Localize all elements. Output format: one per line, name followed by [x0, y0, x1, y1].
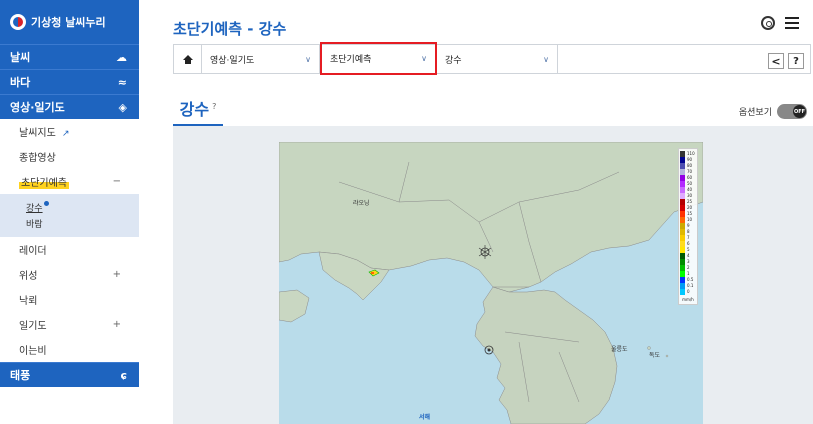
dokdo-island	[665, 354, 669, 358]
sidebar-category-weather[interactable]: 날씨 ☁	[0, 44, 139, 69]
sidebar-subitem-label: 바람	[26, 219, 43, 230]
sidebar-item-nowcast[interactable]: 초단기예측 −	[0, 169, 139, 194]
brand-title: 기상청 날씨누리	[31, 16, 106, 29]
sidebar-item-ieunbi[interactable]: 이는비	[0, 337, 139, 362]
wave-icon: ≈	[117, 75, 127, 89]
sidebar-category-sea[interactable]: 바다 ≈	[0, 69, 139, 94]
current-dot-icon	[43, 200, 49, 206]
legend-swatch	[680, 289, 685, 295]
legend-unit: mm/h	[682, 297, 694, 302]
sidebar-item-label: 날씨지도	[19, 128, 56, 139]
brand-bar[interactable]: 기상청 날씨누리	[0, 0, 139, 44]
select-value: 영상·일기도	[210, 55, 255, 66]
external-link-icon: ↗	[62, 129, 70, 139]
breadcrumb-select-level3[interactable]: 강수 ∨	[437, 45, 558, 73]
sidebar-item-satellite[interactable]: 위성 +	[0, 262, 139, 287]
precipitation-map[interactable]: 랴오닝 울릉도 독도 서해 110 90 80 70 60 50 40 30 25 20 15 10 9…	[279, 142, 703, 424]
sidebar-item-lightning[interactable]: 낙뢰	[0, 287, 139, 312]
sidebar-item-label: 일기도	[19, 321, 47, 332]
hamburger-menu-icon[interactable]	[785, 17, 799, 29]
tab-precip[interactable]: 강수 ?	[173, 96, 223, 126]
category-label: 날씨	[10, 51, 31, 64]
category-label: 영상·일기도	[10, 101, 65, 114]
breadcrumb: 영상·일기도 ∨ 초단기예측 ∨ 강수 ∨ < ?	[173, 42, 811, 75]
toggle-state: OFF	[793, 105, 806, 118]
land-korea	[474, 286, 618, 424]
home-button[interactable]	[174, 45, 202, 73]
sidebar-item-label: 종합영상	[19, 153, 56, 164]
collapse-sign[interactable]: −	[113, 176, 121, 187]
legend-row: 0	[680, 289, 696, 295]
legend-value: 0	[687, 289, 690, 294]
sidebar-subitem-wind[interactable]: 바람	[26, 215, 139, 231]
share-button[interactable]: <	[768, 53, 784, 69]
satellite-icon: ◈	[118, 100, 127, 114]
sidebar-category-typhoon[interactable]: 태풍 ɕ	[0, 362, 139, 387]
sidebar-submenu: 강수 바람	[0, 194, 139, 237]
breadcrumb-select-level2[interactable]: 초단기예측 ∨	[320, 42, 437, 75]
help-button[interactable]: ?	[788, 53, 804, 69]
sidebar-item-label: 레이더	[19, 246, 47, 257]
chevron-down-icon: ∨	[305, 54, 311, 64]
sidebar-subitem-label: 강수	[26, 203, 43, 214]
options-toggle-group: 옵션보기 OFF	[739, 104, 807, 119]
expand-sign[interactable]: +	[113, 319, 121, 330]
select-value: 초단기예측	[330, 55, 372, 65]
help-icon: ?	[793, 55, 799, 67]
map-label-ulleungdo: 울릉도	[611, 346, 628, 353]
expand-sign[interactable]: +	[113, 269, 121, 280]
sun-cloud-icon: ☁	[116, 50, 127, 64]
options-label: 옵션보기	[738, 108, 772, 118]
gear-icon[interactable]	[761, 16, 775, 30]
map-label-west-sea: 서해	[419, 414, 431, 421]
category-label: 태풍	[10, 369, 31, 382]
typhoon-icon: ɕ	[120, 368, 127, 382]
breadcrumb-select-level1[interactable]: 영상·일기도 ∨	[202, 45, 320, 73]
page-title: 초단기예측 - 강수	[173, 20, 287, 38]
kma-logo-icon	[10, 14, 26, 30]
map-panel: 랴오닝 울릉도 독도 서해 110 90 80 70 60 50 40 30 25 20 15 10 9…	[173, 126, 813, 424]
chevron-down-icon: ∨	[543, 54, 549, 64]
sidebar-item-composite[interactable]: 종합영상	[0, 144, 139, 169]
sidebar-subitem-precip[interactable]: 강수	[26, 199, 139, 215]
sidebar-item-label: 위성	[19, 271, 38, 282]
map-svg	[279, 142, 703, 424]
sidebar-item-label: 이는비	[19, 346, 47, 357]
land-shandong-corner	[279, 289, 310, 323]
sidebar: 기상청 날씨누리 날씨 ☁ 바다 ≈ 영상·일기도 ◈ 날씨지도 ↗ 종합영상 …	[0, 0, 139, 424]
rain-cell-small	[371, 272, 374, 274]
category-label: 바다	[10, 76, 31, 89]
sidebar-item-label: 낙뢰	[19, 296, 38, 307]
chevron-down-icon: ∨	[421, 54, 427, 63]
sidebar-item-label: 초단기예측	[19, 174, 69, 189]
sidebar-item-radar[interactable]: 레이더	[0, 237, 139, 262]
top-icons	[761, 16, 799, 30]
sidebar-category-imagery[interactable]: 영상·일기도 ◈	[0, 94, 139, 119]
select-value: 강수	[445, 55, 462, 66]
sidebar-item-weather-map[interactable]: 날씨지도 ↗	[0, 119, 139, 144]
tab-label: 강수	[179, 100, 210, 119]
main-content: 초단기예측 - 강수 영상·일기도 ∨ 초단기예측 ∨ 강수 ∨ < ? 강수 …	[173, 0, 813, 424]
share-icon: <	[771, 54, 781, 68]
options-toggle[interactable]: OFF	[777, 104, 807, 119]
tab-help-icon[interactable]: ?	[212, 102, 216, 111]
map-label-dokdo: 독도	[649, 352, 661, 359]
map-label-liaoning: 랴오닝	[353, 200, 370, 207]
sidebar-item-weather-chart[interactable]: 일기도 +	[0, 312, 139, 337]
precip-legend: 110 90 80 70 60 50 40 30 25 20 15 10 9 8 7 6 5 4 3 2 1 0.5 0.1…	[678, 148, 698, 305]
home-icon	[182, 54, 193, 64]
